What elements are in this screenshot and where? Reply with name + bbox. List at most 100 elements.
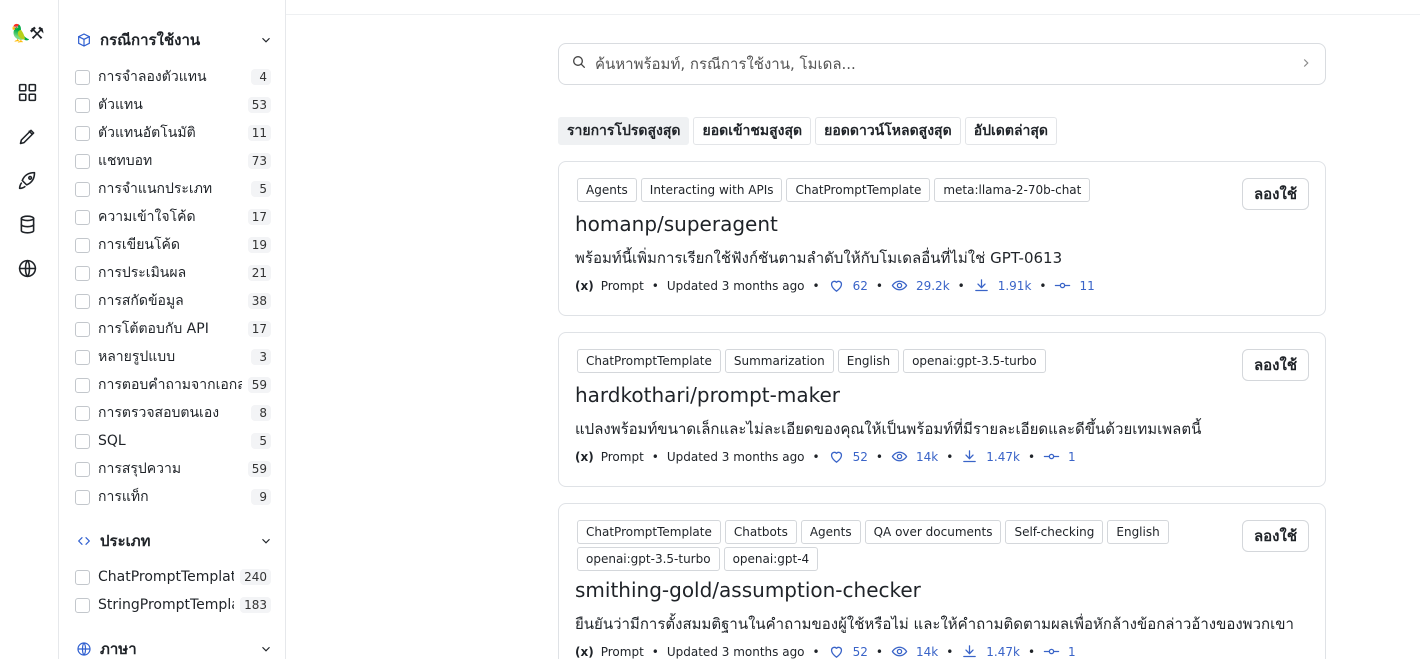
chevron-down-icon[interactable] [259,32,275,48]
tag-chip[interactable]: ChatPromptTemplate [577,349,721,373]
filter-checkbox[interactable] [75,569,90,585]
tag-chip[interactable]: openai:gpt-4 [723,547,819,571]
types-section-header[interactable]: ประเภท [75,529,275,553]
filter-checkbox[interactable] [75,597,90,613]
app-logo[interactable]: 🦜⚒ [10,24,44,44]
filter-option[interactable]: การตอบคำถามจากเอกสาร 59 [75,375,271,395]
heart-icon[interactable] [828,448,853,465]
separator-dot: • [1039,278,1047,293]
prompt-title[interactable]: homanp/superagent [575,212,778,236]
filter-count: 5 [251,433,271,449]
filter-option[interactable]: หลายรูปแบบ 3 [75,347,271,367]
prompt-kind: Prompt [600,644,644,659]
commits-count: 1 [1068,449,1076,464]
filter-option[interactable]: การตรวจสอบตนเอง 8 [75,403,271,423]
filter-option[interactable]: SQL 5 [75,431,271,451]
filter-checkbox[interactable] [75,433,90,449]
rocket-icon[interactable] [15,168,39,192]
prompt-card[interactable]: ChatPromptTemplate Summarization English op… [558,332,1326,487]
filter-checkbox[interactable] [75,265,90,281]
filter-checkbox[interactable] [75,405,90,421]
tag-chip[interactable]: Chatbots [724,520,797,544]
use-cases-section-header[interactable]: กรณีการใช้งาน [75,28,275,52]
sort-tabs: รายการโปรดสูงสุด ยอดเข้าชมสูงสุด ยอดดาวน์โ… [558,117,1058,145]
filter-checkbox[interactable] [75,321,90,337]
likes-count-group[interactable]: 62 [828,277,868,294]
filter-checkbox[interactable] [75,461,90,477]
filter-option[interactable]: StringPromptTemplate 183 [75,595,271,615]
filter-checkbox[interactable] [75,377,90,393]
filter-checkbox[interactable] [75,181,90,197]
sort-tab[interactable]: ยอดเข้าชมสูงสุด [693,117,812,145]
tag-chip[interactable]: meta:llama-2-70b-chat [934,178,1091,202]
filter-option[interactable]: การสกัดข้อมูล 38 [75,291,271,311]
tag-chip[interactable]: Summarization [724,349,834,373]
tag-chip[interactable]: ChatPromptTemplate [786,178,931,202]
filter-option[interactable]: การประเมินผล 21 [75,263,271,283]
filter-checkbox[interactable] [75,153,90,169]
tag-chip[interactable]: Self-checking [1005,520,1104,544]
sort-tab[interactable]: รายการโปรดสูงสุด [558,117,690,145]
filter-checkbox[interactable] [75,349,90,365]
tag-chip[interactable]: Interacting with APIs [640,178,783,202]
try-button[interactable]: ลองใช้ [1241,178,1309,210]
filter-option[interactable]: การเขียนโค้ด 19 [75,235,271,255]
filter-option[interactable]: การโต้ตอบกับ API 17 [75,319,271,339]
sort-tab[interactable]: อัปเดตล่าสุด [964,117,1058,145]
chevron-right-icon[interactable] [1299,55,1313,74]
grid-icon[interactable] [15,80,39,104]
filter-option[interactable]: ตัวแทนอัตโนมัติ 11 [75,123,271,143]
tag-chip[interactable]: English [1107,520,1169,544]
commits-count: 11 [1079,278,1095,293]
filter-checkbox[interactable] [75,69,90,85]
prompt-card[interactable]: Agents Interacting with APIs ChatPromptTem… [558,161,1326,316]
search-input[interactable] [595,55,1299,73]
filter-option[interactable]: การแท็ก 9 [75,487,271,507]
commit-icon [1043,643,1068,659]
tag-chip[interactable]: ChatPromptTemplate [577,520,721,544]
likes-count-group[interactable]: 52 [828,643,868,659]
prompt-title[interactable]: hardkothari/prompt-maker [575,383,840,407]
chevron-down-icon[interactable] [259,533,275,549]
filter-checkbox[interactable] [75,97,90,113]
tag-chip[interactable]: QA over documents [864,520,1002,544]
tag-chip[interactable]: openai:gpt-3.5-turbo [577,547,720,571]
search-icon [571,54,587,74]
tag-chip[interactable]: Agents [800,520,861,544]
pencil-icon[interactable] [15,124,39,148]
try-button[interactable]: ลองใช้ [1241,520,1309,552]
try-button[interactable]: ลองใช้ [1241,349,1309,381]
heart-icon[interactable] [828,643,853,659]
database-icon[interactable] [15,212,39,236]
filter-checkbox[interactable] [75,237,90,253]
tag-chip[interactable]: Agents [577,178,637,202]
tag-chip[interactable]: openai:gpt-3.5-turbo [903,349,1046,373]
heart-icon[interactable] [828,277,853,294]
filter-option[interactable]: แชทบอท 73 [75,151,271,171]
likes-count-group[interactable]: 52 [828,448,868,465]
filter-option[interactable]: ตัวแทน 53 [75,95,271,115]
filter-checkbox[interactable] [75,125,90,141]
globe-icon[interactable] [15,256,39,280]
commit-icon [1043,448,1068,465]
chevron-down-icon[interactable] [259,641,275,657]
filter-checkbox[interactable] [75,293,90,309]
filter-option[interactable]: การจำลองตัวแทน 4 [75,67,271,87]
filter-option[interactable]: ความเข้าใจโค้ด 17 [75,207,271,227]
filter-option[interactable]: ChatPromptTemplate 240 [75,567,271,587]
commits-count-group: 1 [1043,643,1076,659]
filter-checkbox[interactable] [75,489,90,505]
filter-option[interactable]: การจำแนกประเภท 5 [75,179,271,199]
sort-tab[interactable]: ยอดดาวน์โหลดสูงสุด [815,117,961,145]
prompt-card[interactable]: ChatPromptTemplate Chatbots Agents QA over … [558,503,1326,659]
filter-checkbox[interactable] [75,209,90,225]
filter-option[interactable]: การสรุปความ 59 [75,459,271,479]
language-section-header[interactable]: ภาษา [75,637,275,659]
search-bar[interactable] [558,43,1326,85]
filter-count: 59 [247,461,271,477]
prompt-title[interactable]: smithing-gold/assumption-checker [575,578,921,602]
filter-label: การโต้ตอบกับ API [98,321,209,337]
separator-dot: • [946,644,954,659]
separator-dot: • [812,278,820,293]
tag-chip[interactable]: English [837,349,900,373]
